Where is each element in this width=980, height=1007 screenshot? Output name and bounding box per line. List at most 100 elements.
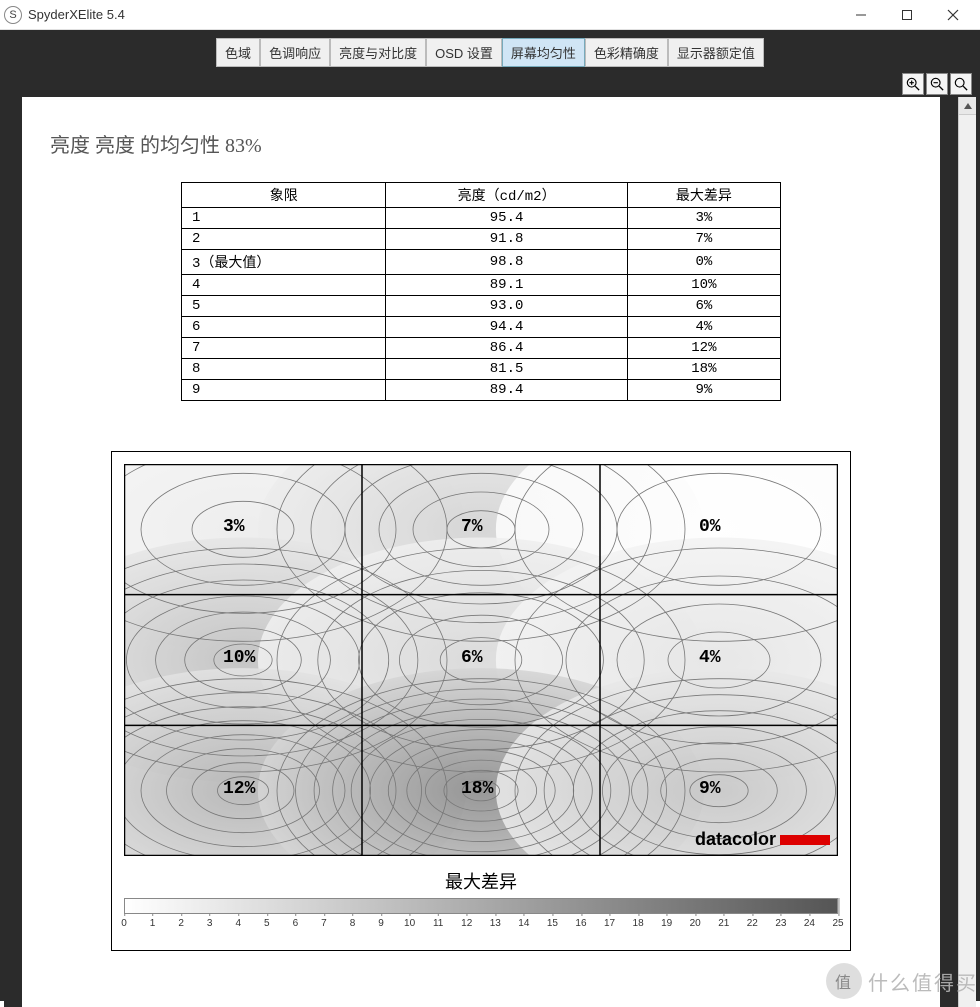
- table-cell: 6%: [627, 296, 780, 317]
- table-row: 786.412%: [182, 338, 781, 359]
- legend-tick: 17: [604, 918, 615, 929]
- grid-label: 12%: [223, 779, 255, 799]
- window-titlebar: S SpyderXElite 5.4: [0, 0, 980, 30]
- table-cell: 10%: [627, 275, 780, 296]
- grid-label: 18%: [461, 779, 493, 799]
- watermark-text: 什么值得买: [868, 967, 978, 996]
- legend-tick: 2: [178, 918, 184, 929]
- legend-tick: 25: [832, 918, 843, 929]
- table-row: 195.43%: [182, 208, 781, 229]
- table-cell: 7%: [627, 229, 780, 250]
- legend-tick: 20: [690, 918, 701, 929]
- table-header: 最大差异: [627, 183, 780, 208]
- table-cell: 0%: [627, 250, 780, 275]
- grid-label: 10%: [223, 648, 255, 668]
- grid-label: 0%: [699, 517, 721, 537]
- table-cell: 93.0: [386, 296, 627, 317]
- legend-tick: 16: [575, 918, 586, 929]
- table-header: 亮度（cd/m2）: [386, 183, 627, 208]
- tab-uniformity[interactable]: 屏幕均匀性: [502, 38, 585, 67]
- table-row: 989.49%: [182, 380, 781, 401]
- legend-scale: 0123456789101112131415161718192021222324…: [124, 898, 838, 938]
- legend-tick: 11: [433, 918, 443, 929]
- table-cell: 9%: [627, 380, 780, 401]
- table-cell: 4%: [627, 317, 780, 338]
- legend-tick: 14: [518, 918, 529, 929]
- zoom-fit-button[interactable]: [950, 73, 972, 95]
- tab-tone[interactable]: 色调响应: [260, 38, 330, 67]
- table-cell: 89.4: [386, 380, 627, 401]
- legend-tick: 12: [461, 918, 472, 929]
- minimize-button[interactable]: [838, 0, 884, 30]
- close-button[interactable]: [930, 0, 976, 30]
- legend-tick: 21: [718, 918, 729, 929]
- legend-tick: 10: [404, 918, 415, 929]
- uniformity-table: 象限亮度（cd/m2）最大差异 195.43%291.87%3（最大值）98.8…: [181, 182, 781, 401]
- legend-tick: 3: [207, 918, 213, 929]
- table-header: 象限: [182, 183, 386, 208]
- table-cell: 3%: [627, 208, 780, 229]
- table-cell: 6: [182, 317, 386, 338]
- legend-tick: 6: [293, 918, 299, 929]
- table-cell: 18%: [627, 359, 780, 380]
- watermark-icon: 值: [826, 963, 862, 999]
- legend-tick: 22: [747, 918, 758, 929]
- table-cell: 12%: [627, 338, 780, 359]
- tab-brightness[interactable]: 亮度与对比度: [330, 38, 426, 67]
- brand-logo: datacolor: [695, 829, 830, 850]
- tab-osd[interactable]: OSD 设置: [426, 38, 502, 67]
- watermark: 值 什么值得买: [826, 963, 978, 999]
- table-cell: 4: [182, 275, 386, 296]
- page-title: 亮度 亮度 的均匀性 83%: [50, 129, 912, 158]
- grid-label: 7%: [461, 517, 483, 537]
- table-cell: 9: [182, 380, 386, 401]
- grid-label: 3%: [223, 517, 245, 537]
- legend-tick: 18: [633, 918, 644, 929]
- legend-tick: 7: [321, 918, 327, 929]
- legend-tick: 8: [350, 918, 356, 929]
- table-row: 593.06%: [182, 296, 781, 317]
- table-row: 694.44%: [182, 317, 781, 338]
- legend-tick: 9: [378, 918, 384, 929]
- scroll-up-icon[interactable]: [959, 97, 976, 115]
- table-cell: 86.4: [386, 338, 627, 359]
- vertical-scrollbar[interactable]: [958, 97, 976, 1007]
- table-row: 291.87%: [182, 229, 781, 250]
- table-row: 489.110%: [182, 275, 781, 296]
- legend-tick: 15: [547, 918, 558, 929]
- maximize-button[interactable]: [884, 0, 930, 30]
- grid-label: 9%: [699, 779, 721, 799]
- legend-tick: 1: [150, 918, 156, 929]
- table-cell: 91.8: [386, 229, 627, 250]
- legend-tick: 19: [661, 918, 672, 929]
- table-cell: 2: [182, 229, 386, 250]
- tab-accuracy[interactable]: 色彩精确度: [585, 38, 668, 67]
- window-title: SpyderXElite 5.4: [28, 7, 838, 22]
- grid-label: 4%: [699, 648, 721, 668]
- table-cell: 1: [182, 208, 386, 229]
- grid-label: 6%: [461, 648, 483, 668]
- report-page: 亮度 亮度 的均匀性 83% 象限亮度（cd/m2）最大差异 195.43%29…: [22, 97, 940, 1007]
- table-row: 881.518%: [182, 359, 781, 380]
- table-cell: 89.1: [386, 275, 627, 296]
- tab-rating[interactable]: 显示器额定值: [668, 38, 764, 67]
- zoom-in-button[interactable]: [902, 73, 924, 95]
- table-cell: 3（最大值）: [182, 250, 386, 275]
- legend-tick: 24: [804, 918, 815, 929]
- tab-gamut[interactable]: 色域: [216, 38, 260, 67]
- legend-tick: 5: [264, 918, 270, 929]
- zoom-out-button[interactable]: [926, 73, 948, 95]
- table-row: 3（最大值）98.80%: [182, 250, 781, 275]
- table-cell: 81.5: [386, 359, 627, 380]
- legend-tick: 4: [235, 918, 241, 929]
- table-cell: 7: [182, 338, 386, 359]
- contour-chart: datacolor 3%7%0%10%6%4%12%18%9% 最大差异 012…: [111, 451, 851, 951]
- app-icon: S: [4, 6, 22, 24]
- legend-title: 最大差异: [124, 868, 838, 894]
- legend-tick: 23: [775, 918, 786, 929]
- table-cell: 94.4: [386, 317, 627, 338]
- legend-tick: 0: [121, 918, 127, 929]
- table-cell: 5: [182, 296, 386, 317]
- table-cell: 98.8: [386, 250, 627, 275]
- legend-tick: 13: [490, 918, 501, 929]
